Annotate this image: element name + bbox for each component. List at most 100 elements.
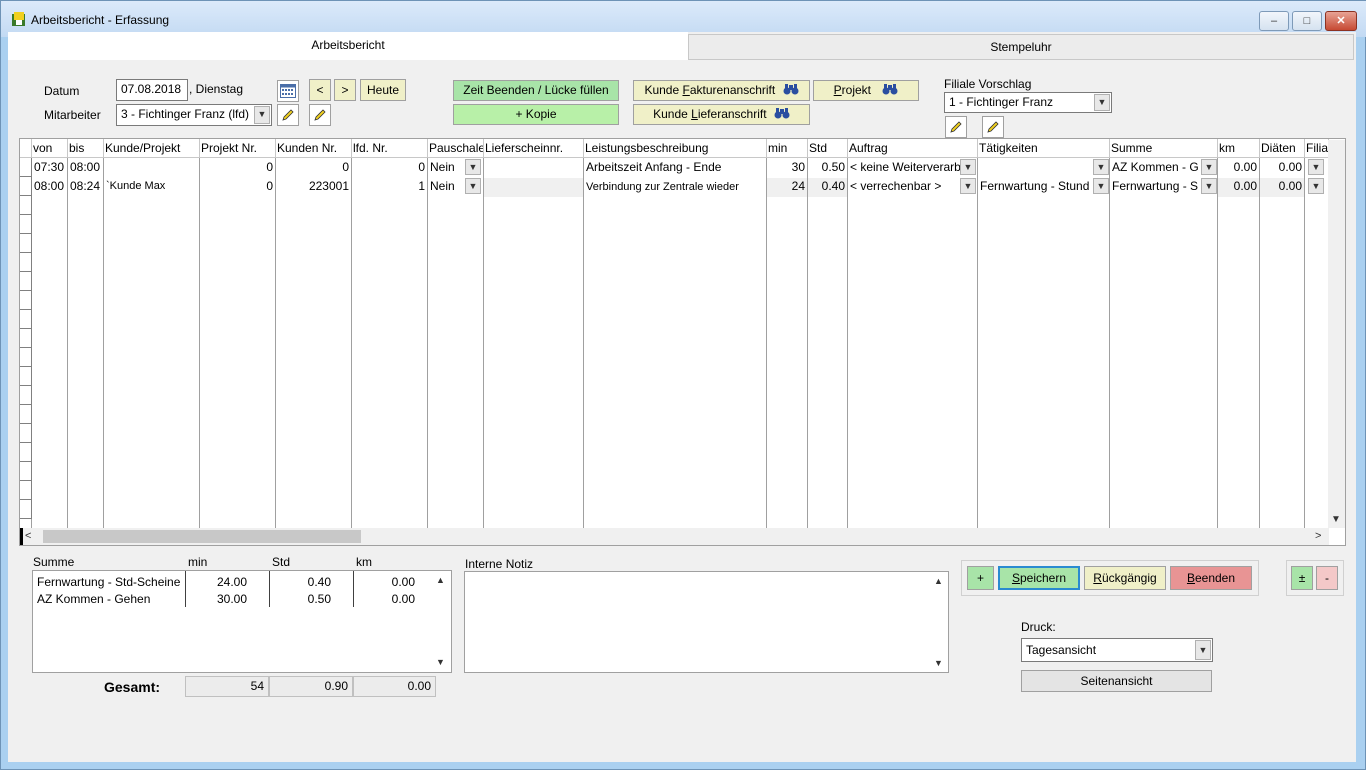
cell-taetigkeiten[interactable]	[978, 159, 1092, 161]
cell-projekt-nr[interactable]: 0	[200, 159, 275, 175]
minimize-button[interactable]: –	[1259, 11, 1289, 31]
edit-mitarbeiter-2-button[interactable]	[309, 104, 331, 126]
col-header-bis[interactable]: bis	[68, 139, 104, 158]
cell-min[interactable]: 30	[767, 159, 807, 175]
row-selector[interactable]	[20, 481, 32, 500]
chevron-down-icon[interactable]: ▼	[465, 159, 481, 175]
cell-bis[interactable]: 08:24	[68, 178, 104, 194]
cell-von[interactable]: 07:30	[32, 159, 68, 175]
cell-kunden-nr[interactable]: 223001	[276, 178, 351, 194]
col-header-projekt-nr[interactable]: Projekt Nr.	[200, 139, 276, 158]
row-selector[interactable]	[20, 424, 32, 443]
next-day-button[interactable]: >	[334, 79, 356, 101]
cell-min[interactable]: 24	[767, 178, 807, 197]
cell-summe[interactable]: Fernwartung - S	[1110, 178, 1200, 194]
scroll-down-icon[interactable]: ▼	[934, 658, 943, 668]
vertical-scrollbar[interactable]: ▼	[1328, 140, 1345, 528]
calendar-button[interactable]	[277, 80, 299, 102]
cell-km[interactable]: 0.00	[1218, 159, 1259, 175]
cell-projekt-nr[interactable]: 0	[200, 178, 275, 194]
col-header-km[interactable]: km	[1218, 139, 1260, 158]
mitarbeiter-select[interactable]: 3 - Fichtinger Franz (lfd) ▼	[116, 104, 272, 126]
chevron-down-icon[interactable]: ▼	[1093, 178, 1109, 194]
scroll-right-icon[interactable]: >	[1315, 530, 1321, 542]
cell-km[interactable]: 0.00	[1218, 178, 1259, 197]
chevron-down-icon[interactable]: ▼	[1308, 178, 1324, 194]
cell-leistung[interactable]: Verbindung zur Zentrale wieder	[584, 178, 766, 198]
plusminus-button[interactable]: ±	[1291, 566, 1313, 590]
row-selector[interactable]	[20, 443, 32, 462]
tab-stempeluhr[interactable]: Stempeluhr	[688, 34, 1354, 60]
col-header-leistungsbeschreibung[interactable]: Leistungsbeschreibung	[584, 139, 767, 158]
row-selector[interactable]	[20, 386, 32, 405]
row-selector[interactable]	[20, 462, 32, 481]
cell-kunde[interactable]: `Kunde Max	[104, 179, 200, 193]
cell-auftrag[interactable]: < keine Weiterverarb	[848, 159, 960, 175]
maximize-button[interactable]: □	[1292, 11, 1322, 31]
scroll-left-icon[interactable]: <	[25, 530, 31, 542]
scroll-down-icon[interactable]: ▼	[436, 657, 445, 667]
cell-std[interactable]: 0.40	[808, 178, 847, 197]
row-selector[interactable]	[20, 348, 32, 367]
col-header-filiale[interactable]: Filiale	[1305, 139, 1329, 158]
cell-leistung[interactable]: Arbeitszeit Anfang - Ende	[584, 159, 766, 175]
seitenansicht-button[interactable]: Seitenansicht	[1021, 670, 1212, 692]
save-button[interactable]: Speichern	[998, 566, 1080, 590]
row-selector[interactable]	[20, 310, 32, 329]
cell-kunde[interactable]	[104, 159, 200, 161]
cell-taetigkeiten[interactable]: Fernwartung - Stund	[978, 178, 1092, 194]
filiale-select[interactable]: 1 - Fichtinger Franz ▼	[944, 92, 1112, 113]
col-header-min[interactable]: min	[767, 139, 808, 158]
col-header-kunden-nr[interactable]: Kunden Nr.	[276, 139, 352, 158]
row-selector[interactable]	[20, 500, 32, 519]
cell-lfd-nr[interactable]: 1	[352, 178, 427, 194]
edit-filiale-button[interactable]	[945, 116, 967, 138]
row-selector[interactable]	[20, 215, 32, 234]
cell-lieferschein[interactable]	[484, 159, 583, 161]
cell-diaeten[interactable]: 0.00	[1260, 178, 1304, 197]
chevron-down-icon[interactable]: ▼	[1308, 159, 1324, 175]
row-selector[interactable]	[20, 367, 32, 386]
row-selector[interactable]	[20, 234, 32, 253]
cell-pauschale[interactable]: Nein	[428, 178, 466, 194]
col-header-std[interactable]: Std	[808, 139, 848, 158]
projekt-button[interactable]: Projekt	[813, 80, 919, 101]
col-header-summe[interactable]: Summe	[1110, 139, 1218, 158]
edit-mitarbeiter-button[interactable]	[277, 104, 299, 126]
add-button[interactable]: +	[967, 566, 994, 590]
row-selector[interactable]	[20, 291, 32, 310]
row-selector[interactable]	[20, 253, 32, 272]
scroll-thumb[interactable]	[43, 530, 361, 543]
cell-von[interactable]: 08:00	[32, 178, 68, 194]
row-selector[interactable]	[20, 196, 32, 215]
scroll-up-icon[interactable]: ▲	[934, 576, 943, 586]
row-selector[interactable]	[20, 177, 32, 196]
horizontal-scrollbar[interactable]: < >	[21, 528, 1329, 545]
kunde-fakturenanschrift-button[interactable]: Kunde Fakturenanschrift	[633, 80, 810, 101]
close-button[interactable]: ✕	[1325, 11, 1357, 31]
cell-lieferschein[interactable]	[484, 178, 583, 197]
cell-bis[interactable]: 08:00	[68, 159, 104, 175]
druck-select[interactable]: Tagesansicht ▼	[1021, 638, 1213, 662]
edit-filiale-2-button[interactable]	[982, 116, 1004, 138]
col-header-diaeten[interactable]: Diäten	[1260, 139, 1305, 158]
cell-std[interactable]: 0.50	[808, 159, 847, 175]
chevron-down-icon[interactable]: ▼	[1201, 178, 1217, 194]
col-header-taetigkeiten[interactable]: Tätigkeiten	[978, 139, 1110, 158]
row-selector[interactable]	[20, 272, 32, 291]
chevron-down-icon[interactable]: ▼	[1201, 159, 1217, 175]
col-header-pauschale[interactable]: Pauschale	[428, 139, 484, 158]
cell-diaeten[interactable]: 0.00	[1260, 159, 1304, 175]
prev-day-button[interactable]: <	[309, 79, 331, 101]
cell-pauschale[interactable]: Nein	[428, 159, 466, 175]
row-selector[interactable]	[20, 158, 32, 177]
col-header-kunde-projekt[interactable]: Kunde/Projekt	[104, 139, 200, 158]
scroll-up-icon[interactable]: ▲	[436, 575, 445, 585]
chevron-down-icon[interactable]: ▼	[960, 178, 976, 194]
undo-button[interactable]: Rückgängig	[1084, 566, 1166, 590]
row-selector[interactable]	[20, 405, 32, 424]
tab-arbeitsbericht[interactable]: Arbeitsbericht	[8, 32, 688, 60]
heute-button[interactable]: Heute	[360, 79, 406, 101]
notiz-textarea[interactable]: ▲ ▼	[464, 571, 949, 673]
minus-button[interactable]: -	[1316, 566, 1338, 590]
